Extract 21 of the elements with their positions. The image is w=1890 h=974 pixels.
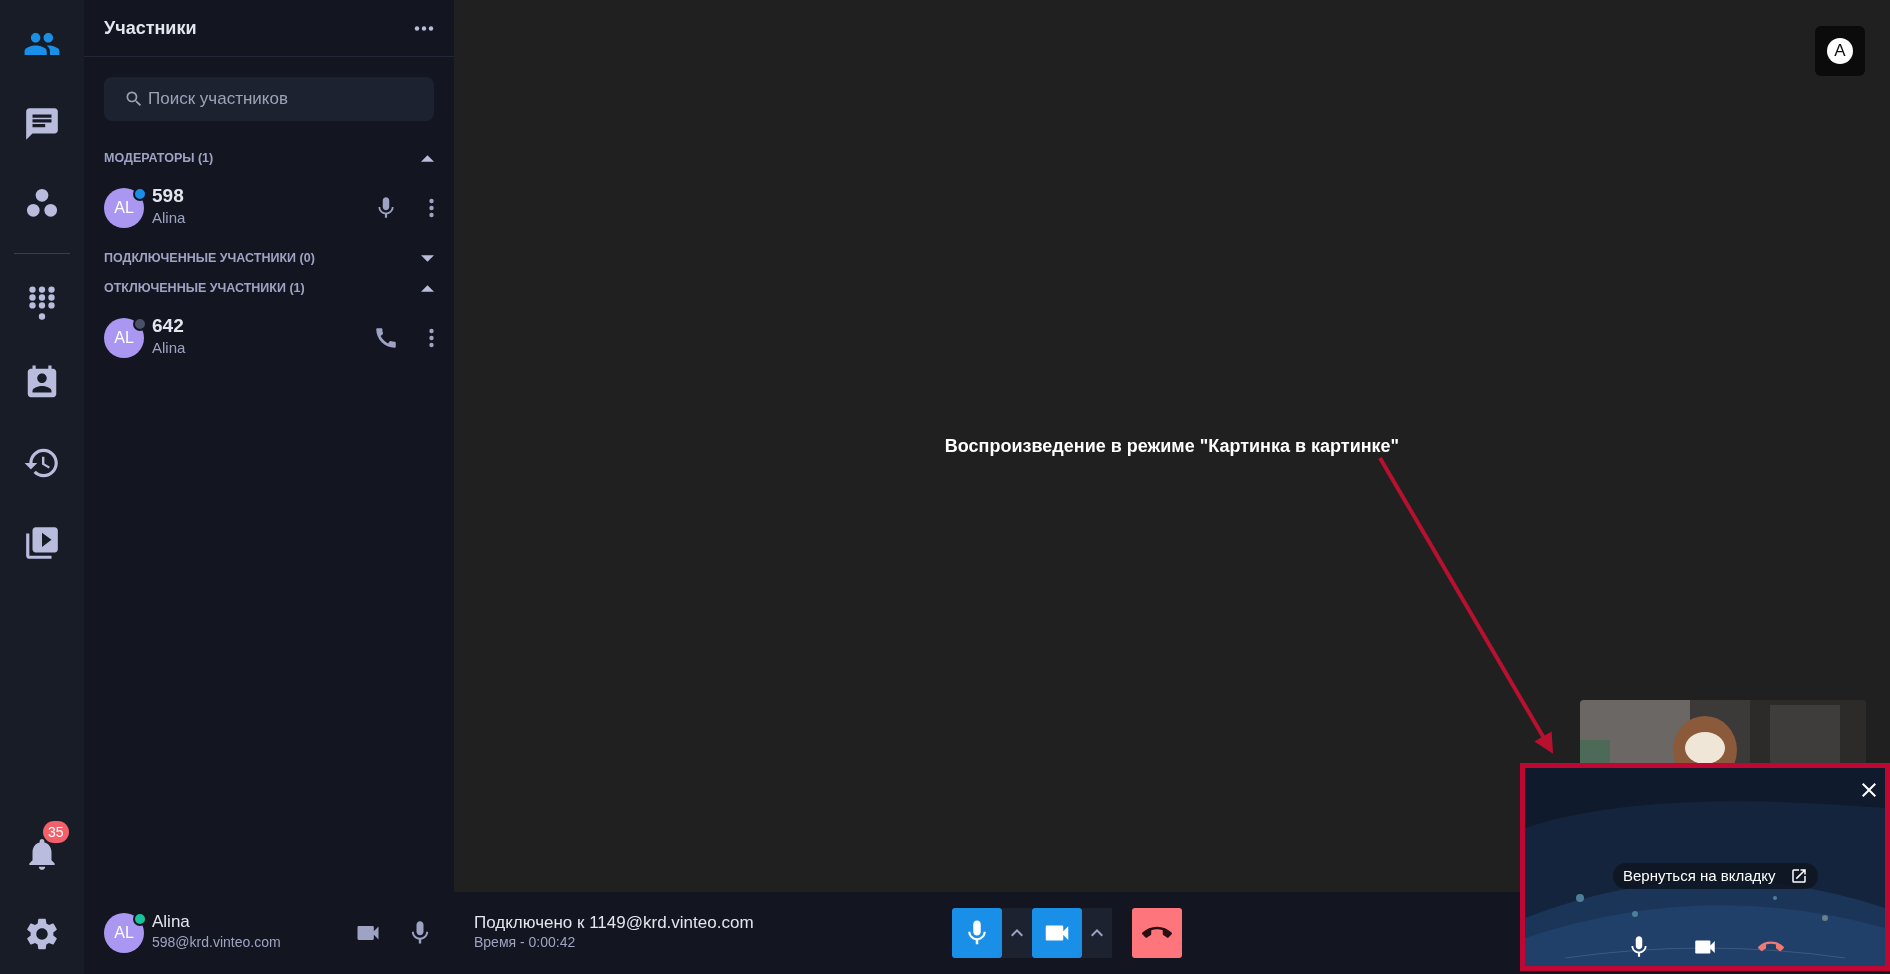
user-name: Alina [152, 913, 191, 932]
participant-number: 642 [152, 316, 185, 338]
return-to-tab-button[interactable]: Вернуться на вкладку [1613, 863, 1818, 889]
participant-name: Alina [152, 208, 187, 229]
avatar: AL [104, 913, 144, 953]
participant-number: 598 [152, 186, 185, 208]
call-time: Время - 0:00:42 [474, 933, 577, 953]
group-title: ПОДКЛЮЧЕННЫЕ УЧАСТНИКИ (0) [104, 249, 315, 267]
user-email: 598@krd.vinteo.com [152, 932, 282, 952]
panel-title: Участники [104, 16, 197, 40]
account-button[interactable]: A [1815, 26, 1865, 76]
connection-status: Подключено к 1149@krd.vinteo.com [474, 912, 755, 933]
group-title: ОТКЛЮЧЕННЫЕ УЧАСТНИКИ (1) [104, 279, 305, 297]
group-title: МОДЕРАТОРЫ (1) [104, 149, 214, 167]
avatar: AL [104, 188, 144, 228]
annotation-text: Воспроизведение в режиме "Картинка в картинке" [944, 436, 1400, 456]
avatar: AL [104, 318, 144, 358]
picture-in-picture-window[interactable]: Вернуться на вкладку [1520, 763, 1890, 971]
search-field[interactable]: Поиск участников [104, 77, 434, 121]
participant-name: Alina [152, 338, 187, 359]
notification-count: 35 [43, 821, 69, 843]
